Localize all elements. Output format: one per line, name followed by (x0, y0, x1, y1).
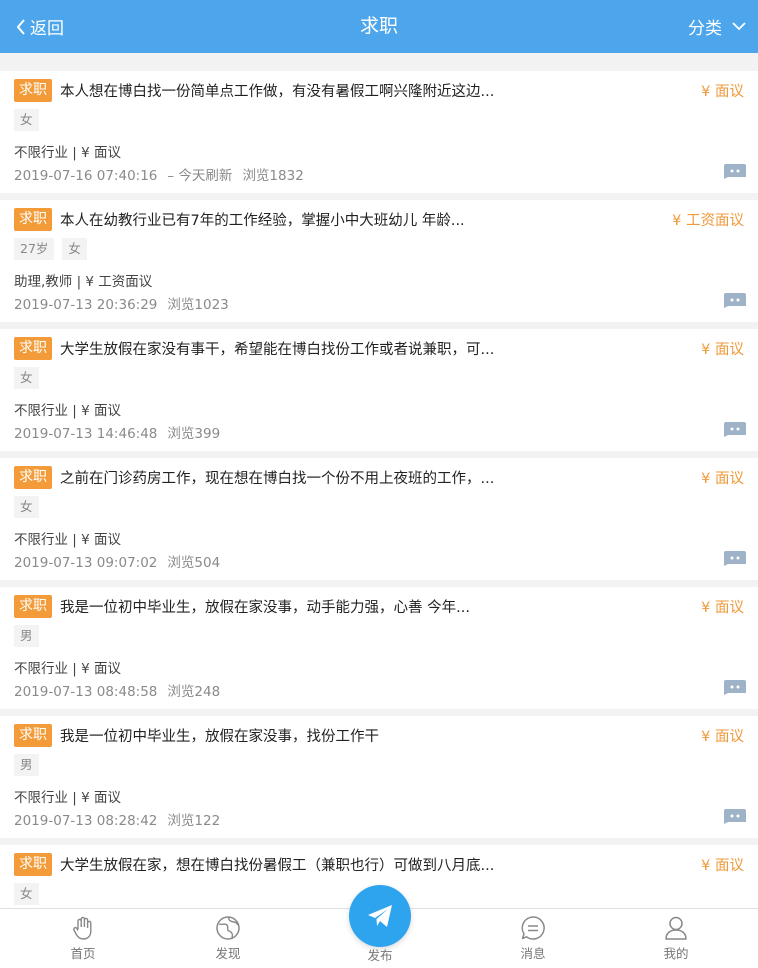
hand-icon (73, 916, 92, 940)
listing-meta: 2019-07-13 09:07:02 浏览504 (14, 551, 220, 571)
listing-views: 浏览399 (167, 426, 221, 442)
listing-datetime: 2019-07-13 08:48:58 (14, 684, 158, 700)
info-badge: 女 (62, 238, 87, 260)
listing-datetime: 2019-07-13 20:36:29 (14, 297, 158, 313)
listing-description: 本人在幼教行业已有7年的工作经验，掌握小中大班幼儿 年龄... (60, 212, 465, 229)
listing-badges: 女 (14, 109, 47, 131)
listing-salary: ¥ 面议 (701, 728, 744, 745)
message-icon (521, 916, 545, 940)
tab-discover[interactable]: 发现 (188, 909, 268, 968)
listing-views: 浏览1832 (242, 168, 304, 184)
tab-discover-label: 发现 (215, 946, 241, 961)
tab-mine[interactable]: 我的 (636, 909, 716, 968)
info-badge: 男 (14, 625, 39, 647)
category-dropdown[interactable]: 分类 (688, 0, 746, 53)
listing-industry: 不限行业 | ¥ 面议 (14, 403, 122, 419)
listing-views: 浏览504 (167, 555, 221, 571)
tab-messages-label: 消息 (520, 946, 546, 961)
tab-home[interactable]: 首页 (43, 909, 123, 968)
info-badge: 女 (14, 367, 39, 389)
globe-icon (216, 916, 240, 940)
listing-description: 大学生放假在家，想在博白找份暑假工（兼职也行）可做到八月底... (60, 857, 495, 874)
info-badge: 女 (14, 496, 39, 518)
category-label: 分类 (688, 19, 722, 39)
tab-publish-label: 发布 (367, 948, 393, 963)
listing-badges: 女 (14, 367, 47, 389)
listing-meta: 2019-07-13 08:48:58 浏览248 (14, 680, 220, 700)
paper-plane-icon (368, 905, 392, 927)
chat-bubble-icon[interactable] (724, 422, 746, 437)
listing-datetime: 2019-07-13 09:07:02 (14, 555, 158, 571)
listing-views: 浏览122 (167, 813, 221, 829)
job-seeking-tag: 求职 (14, 723, 52, 747)
listing-salary: ¥ 面议 (701, 599, 744, 616)
job-seeking-tag: 求职 (14, 594, 52, 618)
tab-home-label: 首页 (70, 946, 96, 961)
job-seeking-tag: 求职 (14, 336, 52, 360)
info-badge: 27岁 (14, 238, 55, 260)
job-listing-card[interactable]: 求职 本人在幼教行业已有7年的工作经验，掌握小中大班幼儿 年龄... ¥ 工资面… (0, 200, 758, 322)
listing-meta: 2019-07-13 20:36:29 浏览1023 (14, 293, 229, 313)
page-title: 求职 (359, 15, 398, 37)
info-badge: 男 (14, 754, 39, 776)
listing-meta: 2019-07-13 08:28:42 浏览122 (14, 809, 220, 829)
publish-button[interactable] (349, 885, 411, 947)
listing-badges: 女 (14, 883, 47, 905)
listing-badges: 男 (14, 625, 47, 647)
listing-description: 我是一位初中毕业生，放假在家没事，动手能力强，心善 今年... (60, 599, 470, 616)
chat-bubble-icon[interactable] (724, 680, 746, 695)
listing-industry: 不限行业 | ¥ 面议 (14, 790, 122, 806)
listing-meta: 2019-07-16 07:40:16 – 今天刷新 浏览1832 (14, 164, 304, 184)
listing-salary: ¥ 面议 (701, 341, 744, 358)
listing-meta: 2019-07-13 14:46:48 浏览399 (14, 422, 220, 442)
listing-description: 本人想在博白找一份简单点工作做，有没有暑假工啊兴隆附近这边... (60, 83, 495, 100)
tab-mine-label: 我的 (663, 946, 689, 961)
listing-description: 我是一位初中毕业生，放假在家没事，找份工作干 (60, 728, 379, 745)
job-seeking-tag: 求职 (14, 207, 52, 231)
chat-bubble-icon[interactable] (724, 551, 746, 566)
listing-description: 大学生放假在家没有事干，希望能在博白找份工作或者说兼职，可... (60, 341, 495, 358)
listing-industry: 不限行业 | ¥ 面议 (14, 532, 122, 548)
listing-industry: 助理,教师 | ¥ 工资面议 (14, 274, 153, 290)
info-badge: 女 (14, 883, 39, 905)
listing-salary: ¥ 工资面议 (672, 212, 744, 229)
chevron-down-icon (732, 22, 746, 31)
listing-salary: ¥ 面议 (701, 857, 744, 874)
listing-badges: 27岁女 (14, 238, 95, 260)
listing-badges: 女 (14, 496, 47, 518)
job-listing-card[interactable]: 求职 本人想在博白找一份简单点工作做，有没有暑假工啊兴隆附近这边... ¥ 面议… (0, 71, 758, 193)
top-nav-bar: 返回 求职 分类 (0, 0, 758, 53)
job-listing-card[interactable]: 求职 之前在门诊药房工作，现在想在博白找一个份不用上夜班的工作，... ¥ 面议… (0, 458, 758, 580)
listing-description: 之前在门诊药房工作，现在想在博白找一个份不用上夜班的工作，... (60, 470, 495, 487)
user-icon (665, 916, 687, 940)
job-seeking-tag: 求职 (14, 852, 52, 876)
listing-badges: 男 (14, 754, 47, 776)
listing-views: 浏览1023 (167, 297, 229, 313)
tab-messages[interactable]: 消息 (493, 909, 573, 968)
job-listing-card[interactable]: 求职 我是一位初中毕业生，放假在家没事，找份工作干 ¥ 面议 男不限行业 | ¥… (0, 716, 758, 838)
job-seeker-list[interactable]: 求职 本人想在博白找一份简单点工作做，有没有暑假工啊兴隆附近这边... ¥ 面议… (0, 53, 758, 908)
listing-industry: 不限行业 | ¥ 面议 (14, 661, 122, 677)
listing-datetime: 2019-07-16 07:40:16 (14, 168, 158, 184)
chat-bubble-icon[interactable] (724, 293, 746, 308)
listing-industry: 不限行业 | ¥ 面议 (14, 145, 122, 161)
listing-salary: ¥ 面议 (701, 83, 744, 100)
job-listing-card[interactable]: 求职 大学生放假在家没有事干，希望能在博白找份工作或者说兼职，可... ¥ 面议… (0, 329, 758, 451)
listing-datetime: 2019-07-13 08:28:42 (14, 813, 158, 829)
job-listing-card[interactable]: 求职 我是一位初中毕业生，放假在家没事，动手能力强，心善 今年... ¥ 面议 … (0, 587, 758, 709)
info-badge: 女 (14, 109, 39, 131)
chat-bubble-icon[interactable] (724, 809, 746, 824)
listing-views: 浏览248 (167, 684, 221, 700)
listing-refresh: – 今天刷新 (167, 168, 233, 184)
listing-datetime: 2019-07-13 14:46:48 (14, 426, 158, 442)
chat-bubble-icon[interactable] (724, 164, 746, 179)
listing-salary: ¥ 面议 (701, 470, 744, 487)
job-seeking-tag: 求职 (14, 78, 52, 102)
job-seeking-tag: 求职 (14, 465, 52, 489)
